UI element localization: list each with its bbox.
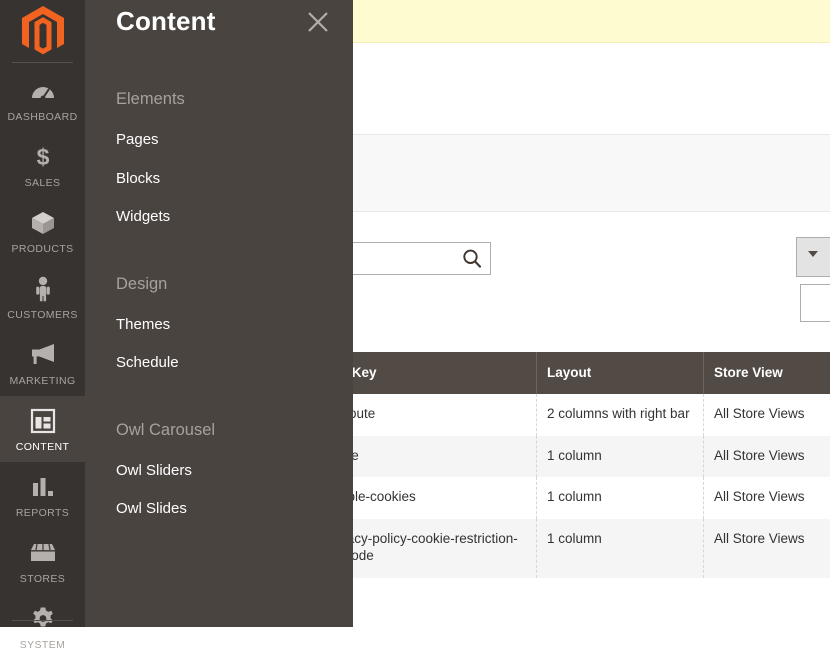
flyout-menu-body: Elements Pages Blocks Widgets Design The… [85, 74, 353, 529]
sidebar-item-label: PRODUCTS [0, 243, 85, 255]
magento-logo-icon [18, 4, 68, 63]
cell-layout: 2 columns with right bar [537, 394, 704, 436]
megaphone-icon [0, 330, 85, 372]
flyout-item-widgets[interactable]: Widgets [85, 198, 353, 237]
svg-text:$: $ [36, 144, 49, 170]
sidebar-item-stores[interactable]: STORES [0, 528, 85, 594]
cell-url-key: vacy-policy-cookie-restriction-mode [330, 519, 537, 578]
flyout-item-blocks[interactable]: Blocks [85, 160, 353, 199]
sidebar-item-reports[interactable]: REPORTS [0, 462, 85, 528]
cell-store-view: All Store Views [704, 519, 830, 578]
flyout-group-owl-carousel-title: Owl Carousel [85, 405, 353, 452]
dollar-sign-icon: $ [0, 132, 85, 174]
column-header-store-view[interactable]: Store View [704, 352, 830, 394]
bar-chart-icon [0, 462, 85, 504]
chevron-down-icon [808, 251, 818, 257]
search-submit-button[interactable] [458, 246, 486, 272]
sidebar-bottom-divider [12, 620, 73, 621]
content-menu-flyout: Content Elements Pages Blocks Widgets De… [85, 0, 353, 627]
column-header-url-key[interactable]: L Key [330, 352, 537, 394]
cell-layout: 1 column [537, 519, 704, 578]
person-icon [0, 264, 85, 306]
storefront-icon [0, 528, 85, 570]
sidebar-item-system[interactable]: SYSTEM [0, 594, 85, 660]
flyout-item-pages[interactable]: Pages [85, 121, 353, 160]
sidebar-item-dashboard[interactable]: DASHBOARD [0, 66, 85, 132]
cell-url-key: able-cookies [330, 477, 537, 519]
cell-layout: 1 column [537, 436, 704, 478]
sidebar-item-label: REPORTS [0, 507, 85, 519]
flyout-item-owl-slides[interactable]: Owl Slides [85, 490, 353, 529]
logo-divider [12, 62, 73, 63]
cell-store-view: All Store Views [704, 394, 830, 436]
sidebar-item-label: CONTENT [0, 441, 85, 453]
sidebar-nav-list: DASHBOARD $ SALES PRODUCTS [0, 66, 85, 660]
flyout-item-schedule[interactable]: Schedule [85, 344, 353, 383]
sidebar-item-label: SALES [0, 177, 85, 189]
logo-cell[interactable] [0, 0, 85, 62]
column-header-layout[interactable]: Layout [537, 352, 704, 394]
sidebar-item-label: DASHBOARD [0, 111, 85, 123]
search-magnifier-icon [458, 247, 486, 271]
cell-layout: 1 column [537, 477, 704, 519]
sidebar-item-label: STORES [0, 573, 85, 585]
flyout-item-themes[interactable]: Themes [85, 306, 353, 345]
cell-store-view: All Store Views [704, 436, 830, 478]
flyout-group-design-title: Design [85, 259, 353, 306]
sidebar-item-content[interactable]: CONTENT [0, 396, 85, 462]
flyout-group-elements-title: Elements [85, 74, 353, 121]
sidebar-item-marketing[interactable]: MARKETING [0, 330, 85, 396]
per-page-select[interactable] [796, 237, 830, 277]
flyout-group-spacer [85, 383, 353, 405]
flyout-item-owl-sliders[interactable]: Owl Sliders [85, 452, 353, 491]
sidebar-item-customers[interactable]: CUSTOMERS [0, 264, 85, 330]
box-icon [0, 198, 85, 240]
close-x-icon [305, 9, 331, 35]
page-number-input[interactable] [800, 284, 830, 322]
sidebar-item-label: CUSTOMERS [0, 309, 85, 321]
sidebar-item-products[interactable]: PRODUCTS [0, 198, 85, 264]
flyout-close-button[interactable] [305, 9, 331, 35]
admin-sidebar: DASHBOARD $ SALES PRODUCTS [0, 0, 85, 627]
dashboard-gauge-icon [0, 66, 85, 108]
flyout-group-spacer [85, 237, 353, 259]
cell-url-key: -route [330, 394, 537, 436]
sidebar-item-sales[interactable]: $ SALES [0, 132, 85, 198]
layout-page-icon [0, 396, 85, 438]
flyout-title: Content [116, 6, 216, 37]
cell-url-key: me [330, 436, 537, 478]
sidebar-item-label: MARKETING [0, 375, 85, 387]
gear-icon [0, 594, 85, 636]
cell-store-view: All Store Views [704, 477, 830, 519]
sidebar-item-label: SYSTEM [0, 639, 85, 651]
